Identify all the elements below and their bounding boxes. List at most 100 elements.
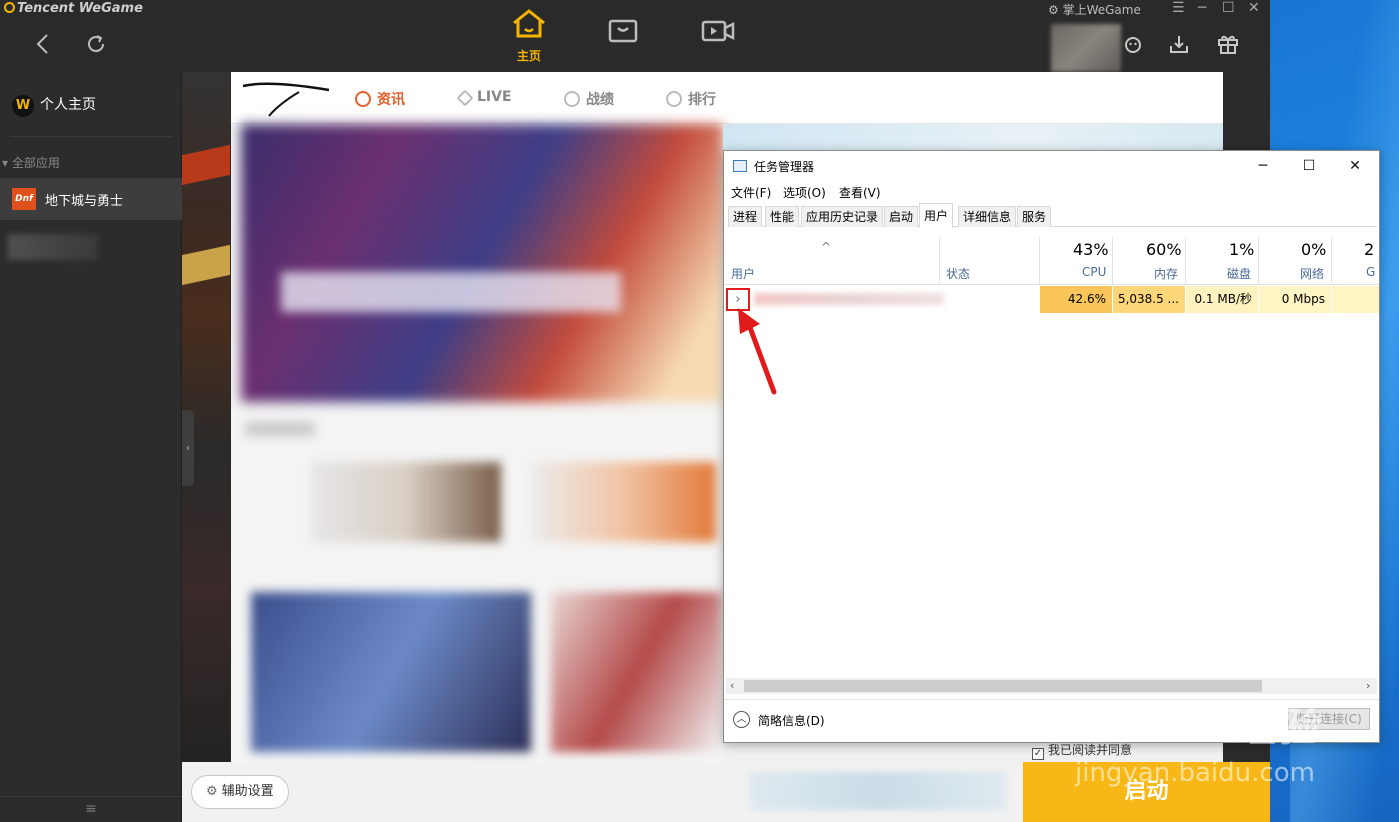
sidebar-item-label: 地下城与勇士	[45, 194, 124, 209]
collapse-sidebar-button[interactable]: ‹	[182, 410, 194, 486]
refresh-icon	[88, 35, 105, 53]
column-separator[interactable]	[1185, 237, 1186, 285]
news-card-blurred[interactable]	[531, 462, 716, 542]
baidu-watermark: Bai du 经验 jingyan.baidu.com	[1075, 680, 1375, 790]
watermark-logo: Bai du 经验	[1080, 705, 1317, 751]
wegame-badge-icon: W	[12, 95, 34, 117]
tab-app-history[interactable]: 应用历史记录	[801, 206, 884, 227]
menu-view[interactable]: 查看(V)	[839, 184, 881, 201]
friends-icon	[1125, 37, 1141, 53]
network-total-percent: 0%	[1301, 240, 1327, 259]
column-separator[interactable]	[1331, 237, 1332, 285]
column-separator[interactable]	[1258, 237, 1259, 285]
dnf-logo-mark	[242, 82, 330, 117]
column-disk[interactable]: 磁盘	[1227, 265, 1251, 282]
task-manager-titlebar[interactable]: 任务管理器 ─ ☐ ✕	[724, 151, 1379, 181]
gpu-total-percent: 2	[1364, 240, 1375, 259]
mobile-wegame-link[interactable]: ⚙ 掌上WeGame	[1048, 1, 1141, 18]
table-row[interactable]: › 42.6% 5,038.5 ... 0.1 MB/秒 0 Mbps	[724, 286, 1379, 313]
tab-users[interactable]: 用户	[919, 203, 954, 228]
column-network[interactable]: 网络	[1300, 265, 1324, 282]
home-icon	[513, 9, 545, 38]
tab-live[interactable]: LIVE	[456, 89, 512, 107]
sidebar-item-personal-home[interactable]: W 个人主页	[12, 94, 96, 117]
tab-records[interactable]: 战绩	[564, 89, 614, 109]
watermark-url: jingyan.baidu.com	[1075, 758, 1315, 788]
video-card-blurred[interactable]	[251, 592, 531, 752]
user-name-blurred	[754, 293, 944, 305]
video-icon	[701, 20, 735, 42]
menu-options[interactable]: 选项(O)	[783, 184, 826, 201]
refresh-button[interactable]	[84, 32, 108, 60]
news-banner-image[interactable]	[241, 124, 723, 402]
section-heading-blurred	[245, 422, 315, 436]
user-avatar[interactable]	[1051, 24, 1121, 72]
close-button[interactable]: ✕	[1332, 151, 1378, 181]
checkbox-checked-icon: ✓	[1032, 748, 1044, 760]
column-memory[interactable]: 内存	[1154, 265, 1178, 282]
tab-news[interactable]: 资讯	[355, 89, 405, 109]
window-title: 任务管理器	[754, 160, 815, 174]
column-status[interactable]: 状态	[946, 265, 970, 282]
wegame-close-button[interactable]: ✕	[1248, 0, 1260, 16]
tab-services[interactable]: 服务	[1017, 206, 1052, 227]
cell-memory: 5,038.5 ...	[1113, 286, 1185, 313]
sidebar-item-blurred[interactable]	[8, 234, 98, 260]
task-manager-window: 任务管理器 ─ ☐ ✕ 文件(F) 选项(O) 查看(V) 进程 性能 应用历史…	[723, 150, 1380, 743]
video-card-blurred[interactable]	[551, 592, 721, 752]
menu-file[interactable]: 文件(F)	[731, 184, 771, 201]
back-button[interactable]	[34, 32, 52, 60]
minimize-button[interactable]: ─	[1240, 151, 1286, 181]
sidebar-all-apps[interactable]: ▾ 全部应用	[2, 154, 60, 171]
chevron-up-icon[interactable]: ︿	[733, 711, 750, 728]
records-gear-icon	[564, 91, 580, 107]
sidebar-divider	[10, 136, 172, 137]
friends-button[interactable]	[1122, 33, 1144, 60]
disk-total-percent: 1%	[1229, 240, 1255, 259]
tab-processes[interactable]: 进程	[728, 206, 763, 227]
sidebar-item-dnf[interactable]: Dnf 地下城与勇士	[0, 178, 182, 220]
column-gpu[interactable]: G	[1366, 265, 1375, 279]
wegame-sidebar: W 个人主页 ▾ 全部应用 Dnf 地下城与勇士 ≡	[0, 72, 182, 822]
caret-down-icon: ▾	[2, 156, 12, 170]
scroll-left-icon[interactable]: ‹	[730, 678, 734, 694]
column-separator[interactable]	[1039, 237, 1040, 285]
wegame-menu-button[interactable]: ☰	[1172, 0, 1185, 16]
tab-ranking[interactable]: 排行	[666, 89, 716, 109]
wegame-minimize-button[interactable]: ─	[1198, 0, 1206, 16]
tab-store[interactable]	[601, 18, 645, 72]
column-user[interactable]: 用户	[731, 265, 755, 282]
wegame-maximize-button[interactable]: ☐	[1222, 0, 1235, 16]
download-icon	[1170, 36, 1188, 53]
chevron-right-icon: ›	[735, 292, 741, 307]
cell-disk: 0.1 MB/秒	[1186, 286, 1258, 313]
server-select-blurred[interactable]	[750, 772, 1006, 810]
dnf-game-icon: Dnf	[12, 188, 36, 210]
news-card-blurred[interactable]	[311, 462, 501, 542]
tab-startup[interactable]: 启动	[884, 206, 919, 227]
column-separator[interactable]	[1112, 237, 1113, 285]
gift-button[interactable]	[1216, 33, 1240, 60]
live-icon	[456, 89, 474, 107]
mobile-phone-icon: ⚙	[1048, 3, 1063, 17]
maximize-button[interactable]: ☐	[1286, 151, 1332, 181]
download-button[interactable]	[1168, 33, 1190, 60]
tab-video[interactable]	[696, 18, 740, 72]
column-headers: ^ 用户 状态 43% CPU 60% 内存 1% 磁盘 0% 网络 2 G	[724, 237, 1379, 285]
tab-details[interactable]: 详细信息	[958, 206, 1017, 227]
column-separator[interactable]	[939, 237, 940, 285]
tab-home[interactable]: 主页	[507, 8, 551, 63]
gear-icon: ⚙	[206, 784, 218, 799]
fewer-details-link[interactable]: 简略信息(D)	[758, 712, 825, 729]
banner-caption-blurred	[281, 272, 621, 312]
task-manager-icon	[733, 160, 747, 172]
tab-performance[interactable]: 性能	[765, 206, 800, 227]
assist-settings-button[interactable]: ⚙ 辅助设置	[191, 775, 289, 809]
store-icon	[608, 19, 638, 43]
column-cpu[interactable]: CPU	[1082, 265, 1106, 279]
wegame-brand: Tencent WeGame	[4, 1, 143, 16]
home-tab-label: 主页	[516, 49, 541, 63]
sidebar-menu-handle[interactable]: ≡	[0, 796, 182, 822]
dnf-nav-bar: 资讯 LIVE 战绩 排行	[231, 72, 1223, 124]
sort-ascending-icon: ^	[821, 240, 832, 254]
